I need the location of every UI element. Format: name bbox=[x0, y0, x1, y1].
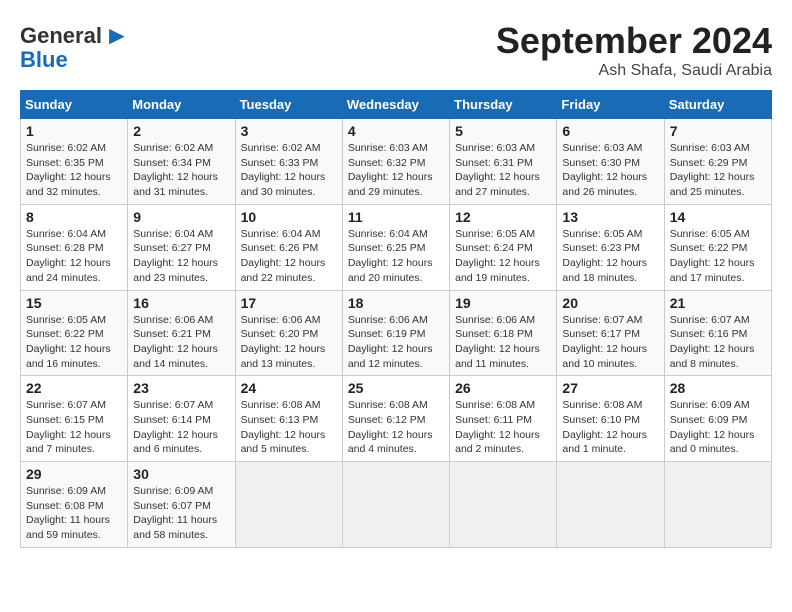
table-row: 10Sunrise: 6:04 AMSunset: 6:26 PMDayligh… bbox=[235, 204, 342, 290]
header-tuesday: Tuesday bbox=[235, 91, 342, 119]
table-row: 28Sunrise: 6:09 AMSunset: 6:09 PMDayligh… bbox=[664, 376, 771, 462]
title-block: September 2024 Ash Shafa, Saudi Arabia bbox=[496, 20, 772, 80]
table-row: 6Sunrise: 6:03 AMSunset: 6:30 PMDaylight… bbox=[557, 119, 664, 205]
table-row: 21Sunrise: 6:07 AMSunset: 6:16 PMDayligh… bbox=[664, 290, 771, 376]
table-row: 5Sunrise: 6:03 AMSunset: 6:31 PMDaylight… bbox=[450, 119, 557, 205]
logo: General ► Blue bbox=[20, 20, 130, 73]
table-row: 23Sunrise: 6:07 AMSunset: 6:14 PMDayligh… bbox=[128, 376, 235, 462]
table-row: 11Sunrise: 6:04 AMSunset: 6:25 PMDayligh… bbox=[342, 204, 449, 290]
calendar-header-row: Sunday Monday Tuesday Wednesday Thursday… bbox=[21, 91, 772, 119]
table-row bbox=[664, 462, 771, 548]
header-sunday: Sunday bbox=[21, 91, 128, 119]
table-row: 4Sunrise: 6:03 AMSunset: 6:32 PMDaylight… bbox=[342, 119, 449, 205]
calendar-row: 8Sunrise: 6:04 AMSunset: 6:28 PMDaylight… bbox=[21, 204, 772, 290]
table-row: 14Sunrise: 6:05 AMSunset: 6:22 PMDayligh… bbox=[664, 204, 771, 290]
table-row bbox=[235, 462, 342, 548]
table-row: 13Sunrise: 6:05 AMSunset: 6:23 PMDayligh… bbox=[557, 204, 664, 290]
table-row: 15Sunrise: 6:05 AMSunset: 6:22 PMDayligh… bbox=[21, 290, 128, 376]
table-row: 1Sunrise: 6:02 AMSunset: 6:35 PMDaylight… bbox=[21, 119, 128, 205]
table-row: 29Sunrise: 6:09 AMSunset: 6:08 PMDayligh… bbox=[21, 462, 128, 548]
header-saturday: Saturday bbox=[664, 91, 771, 119]
header-wednesday: Wednesday bbox=[342, 91, 449, 119]
table-row bbox=[557, 462, 664, 548]
table-row: 7Sunrise: 6:03 AMSunset: 6:29 PMDaylight… bbox=[664, 119, 771, 205]
table-row: 25Sunrise: 6:08 AMSunset: 6:12 PMDayligh… bbox=[342, 376, 449, 462]
table-row: 17Sunrise: 6:06 AMSunset: 6:20 PMDayligh… bbox=[235, 290, 342, 376]
location: Ash Shafa, Saudi Arabia bbox=[496, 62, 772, 80]
table-row bbox=[450, 462, 557, 548]
table-row: 27Sunrise: 6:08 AMSunset: 6:10 PMDayligh… bbox=[557, 376, 664, 462]
table-row: 22Sunrise: 6:07 AMSunset: 6:15 PMDayligh… bbox=[21, 376, 128, 462]
header-monday: Monday bbox=[128, 91, 235, 119]
table-row: 12Sunrise: 6:05 AMSunset: 6:24 PMDayligh… bbox=[450, 204, 557, 290]
table-row: 9Sunrise: 6:04 AMSunset: 6:27 PMDaylight… bbox=[128, 204, 235, 290]
header-friday: Friday bbox=[557, 91, 664, 119]
table-row: 8Sunrise: 6:04 AMSunset: 6:28 PMDaylight… bbox=[21, 204, 128, 290]
calendar-row: 15Sunrise: 6:05 AMSunset: 6:22 PMDayligh… bbox=[21, 290, 772, 376]
month-title: September 2024 bbox=[496, 20, 772, 62]
table-row: 2Sunrise: 6:02 AMSunset: 6:34 PMDaylight… bbox=[128, 119, 235, 205]
table-row: 26Sunrise: 6:08 AMSunset: 6:11 PMDayligh… bbox=[450, 376, 557, 462]
header-thursday: Thursday bbox=[450, 91, 557, 119]
logo-general: General bbox=[20, 23, 102, 49]
calendar-row: 1Sunrise: 6:02 AMSunset: 6:35 PMDaylight… bbox=[21, 119, 772, 205]
table-row: 18Sunrise: 6:06 AMSunset: 6:19 PMDayligh… bbox=[342, 290, 449, 376]
table-row: 3Sunrise: 6:02 AMSunset: 6:33 PMDaylight… bbox=[235, 119, 342, 205]
calendar-row: 29Sunrise: 6:09 AMSunset: 6:08 PMDayligh… bbox=[21, 462, 772, 548]
table-row: 30Sunrise: 6:09 AMSunset: 6:07 PMDayligh… bbox=[128, 462, 235, 548]
table-row bbox=[342, 462, 449, 548]
logo-bird-icon: ► bbox=[104, 20, 130, 51]
table-row: 20Sunrise: 6:07 AMSunset: 6:17 PMDayligh… bbox=[557, 290, 664, 376]
calendar-row: 22Sunrise: 6:07 AMSunset: 6:15 PMDayligh… bbox=[21, 376, 772, 462]
page-header: General ► Blue September 2024 Ash Shafa,… bbox=[20, 20, 772, 80]
calendar-table: Sunday Monday Tuesday Wednesday Thursday… bbox=[20, 90, 772, 548]
table-row: 16Sunrise: 6:06 AMSunset: 6:21 PMDayligh… bbox=[128, 290, 235, 376]
table-row: 24Sunrise: 6:08 AMSunset: 6:13 PMDayligh… bbox=[235, 376, 342, 462]
table-row: 19Sunrise: 6:06 AMSunset: 6:18 PMDayligh… bbox=[450, 290, 557, 376]
